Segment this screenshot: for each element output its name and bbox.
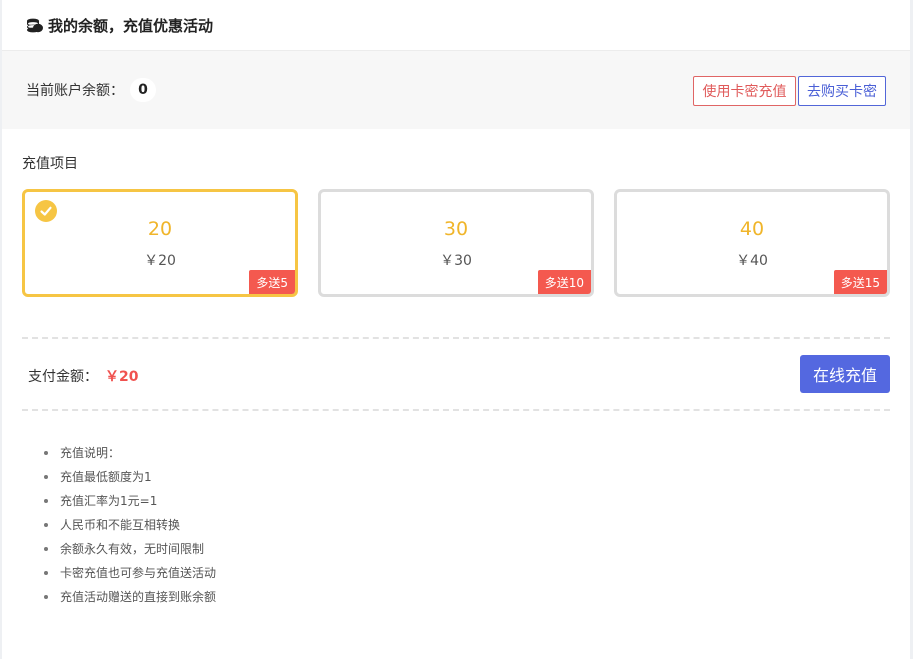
- tier-price: ￥30: [440, 253, 472, 269]
- recharge-tier-20[interactable]: 20 ￥20 多送5: [22, 189, 298, 297]
- tier-amount: 30: [443, 218, 469, 240]
- payment-amount-value: ￥20: [105, 369, 139, 385]
- recharge-section-title: 充值项目: [22, 156, 78, 172]
- payment-amount-label: 支付金额：: [28, 369, 98, 385]
- divider: [22, 409, 890, 411]
- tier-amount: 20: [147, 218, 173, 240]
- tier-price: ￥40: [736, 253, 768, 269]
- tier-amount: 40: [739, 218, 765, 240]
- list-item: 充值活动赠送的直接到账余额: [42, 586, 216, 610]
- page-title: 我的余额，充值优惠活动: [48, 16, 214, 35]
- tier-price: ￥20: [144, 253, 176, 269]
- recharge-notes-list: 充值说明： 充值最低额度为1 充值汇率为1元=1 人民币和不能互相转换 余额永久…: [42, 442, 216, 610]
- list-item: 卡密充值也可参与充值送活动: [42, 562, 216, 586]
- divider: [22, 337, 890, 339]
- balance-bar: 当前账户余额： 0 使用卡密充值 去购买卡密: [2, 51, 910, 129]
- buy-card-button[interactable]: 去购买卡密: [798, 76, 886, 106]
- tier-bonus-badge: 多送5: [249, 270, 295, 294]
- balance-value: 0: [130, 78, 156, 102]
- list-item: 充值汇率为1元=1: [42, 490, 216, 514]
- use-card-recharge-button[interactable]: 使用卡密充值: [693, 76, 796, 106]
- coins-icon: [26, 16, 44, 34]
- online-recharge-button[interactable]: 在线充值: [800, 355, 890, 393]
- tier-bonus-badge: 多送10: [537, 270, 591, 294]
- recharge-tier-40[interactable]: 40 ￥40 多送15: [614, 189, 890, 297]
- recharge-tier-30[interactable]: 30 ￥30 多送10: [318, 189, 594, 297]
- list-item: 人民币和不能互相转换: [42, 514, 216, 538]
- balance-label: 当前账户余额：: [26, 83, 124, 99]
- tier-bonus-badge: 多送15: [833, 270, 887, 294]
- page-header: 我的余额，充值优惠活动: [2, 0, 910, 51]
- list-item: 充值最低额度为1: [42, 466, 216, 490]
- recharge-card: 我的余额，充值优惠活动 当前账户余额： 0 使用卡密充值 去购买卡密 充值项目 …: [2, 0, 910, 659]
- list-item: 余额永久有效，无时间限制: [42, 538, 216, 562]
- list-item: 充值说明：: [42, 442, 216, 466]
